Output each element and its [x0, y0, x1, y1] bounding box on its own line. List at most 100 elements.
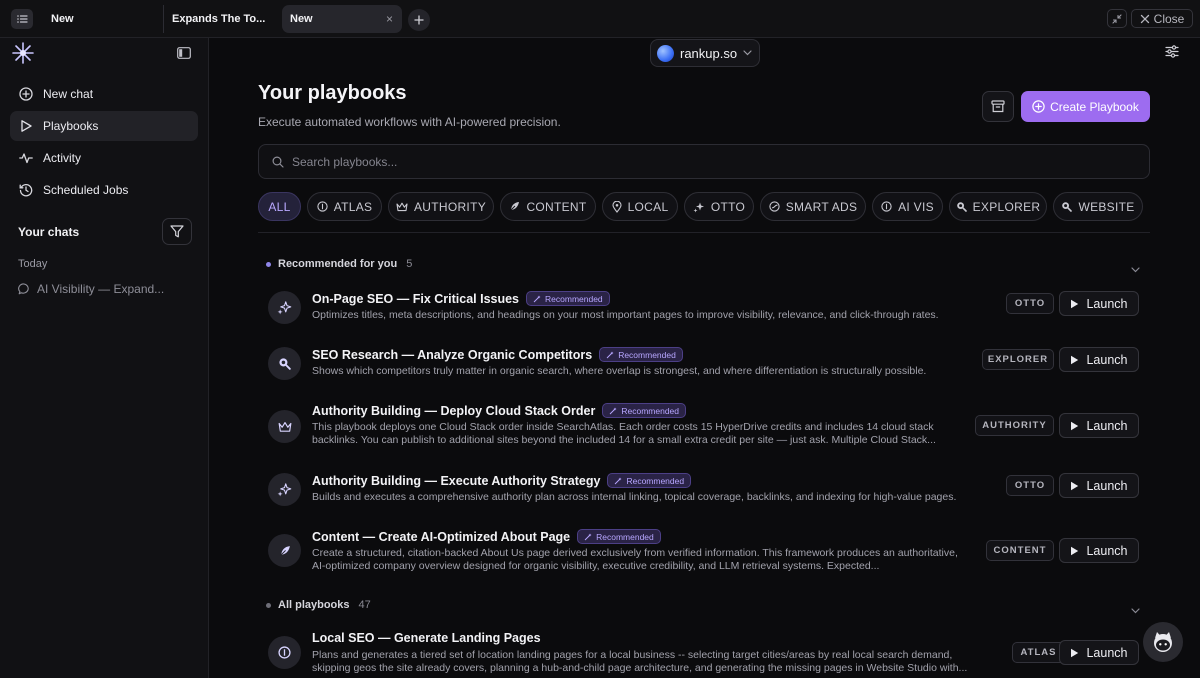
- launch-button[interactable]: Launch: [1059, 538, 1139, 563]
- tab-bar: New Expands The To... New × Close: [0, 0, 1200, 38]
- wand-icon: [615, 477, 622, 484]
- chevron-down-icon[interactable]: [1131, 260, 1140, 278]
- chevron-down-icon[interactable]: [1131, 601, 1140, 619]
- workspace-name: rankup.so: [680, 45, 738, 61]
- chat-filter-button[interactable]: [162, 218, 192, 245]
- sidebar-item-activity[interactable]: Activity: [10, 143, 198, 173]
- playbook-description: Optimizes titles, meta descriptions, and…: [312, 309, 939, 321]
- collapse-sidebar-icon[interactable]: [177, 46, 191, 64]
- app-logo-icon[interactable]: [12, 42, 34, 69]
- playbook-description: Shows which competitors truly matter in …: [312, 365, 927, 377]
- playbook-title-line: Local SEO — Generate Landing Pages: [312, 631, 541, 645]
- playbook-title: Content — Create AI-Optimized About Page: [312, 529, 571, 544]
- playbook-title-line: Authority Building — Deploy Cloud Stack …: [312, 403, 686, 418]
- tab-new-active[interactable]: New ×: [282, 5, 402, 33]
- tab-close-icon[interactable]: ×: [386, 12, 393, 26]
- page-title: Your playbooks: [258, 82, 407, 104]
- sidebar-item-playbooks[interactable]: Playbooks: [10, 111, 198, 141]
- playbook-description: Builds and executes a comprehensive auth…: [312, 491, 957, 503]
- chip-label: AUTHORITY: [413, 199, 487, 214]
- badge-label: Recommended: [621, 405, 679, 416]
- group-dot: [266, 602, 271, 608]
- assistant-avatar-button[interactable]: [1143, 622, 1183, 662]
- category-tag: AUTHORITY: [975, 415, 1054, 436]
- chip-label: OTTO: [710, 199, 746, 214]
- recommended-badge: Recommended: [602, 403, 686, 418]
- archive-icon: [991, 100, 1005, 113]
- playbook-row[interactable]: SEO Research — Analyze Organic Competito…: [268, 347, 1140, 387]
- atlas-icon: [317, 201, 328, 212]
- filter-chip-otto[interactable]: OTTO: [684, 192, 754, 221]
- playbook-title: SEO Research — Analyze Organic Competito…: [312, 347, 593, 362]
- recommended-badge: Recommended: [599, 347, 683, 362]
- search-bar[interactable]: [258, 144, 1150, 179]
- playbook-row[interactable]: Content — Create AI-Optimized About Page…: [268, 529, 1140, 579]
- filter-chip-authority[interactable]: AUTHORITY: [388, 192, 494, 221]
- play-icon: [1071, 648, 1079, 657]
- category-tag: ATLAS: [1012, 642, 1065, 663]
- play-icon: [1071, 421, 1079, 430]
- all-playbooks-group-header[interactable]: All playbooks 47: [266, 599, 371, 611]
- collapse-arrows-icon: [1112, 13, 1122, 24]
- chat-history-item[interactable]: AI Visibility — Expand...: [18, 282, 164, 296]
- tab-new-1[interactable]: New: [43, 5, 161, 33]
- filter-chip-explorer[interactable]: EXPLORER: [949, 192, 1047, 221]
- sliders-icon[interactable]: [1165, 45, 1179, 63]
- launch-button[interactable]: Launch: [1059, 413, 1139, 438]
- playbook-title: On-Page SEO — Fix Critical Issues: [312, 291, 520, 306]
- playbook-description: Create a structured, citation-backed Abo…: [312, 547, 958, 572]
- filter-chip-content[interactable]: CONTENT: [500, 192, 596, 221]
- playbook-row[interactable]: Authority Building — Deploy Cloud Stack …: [268, 403, 1140, 453]
- filter-chip-atlas[interactable]: ATLAS: [307, 192, 382, 221]
- history-clock-icon: [18, 182, 34, 198]
- today-label: Today: [18, 258, 48, 270]
- search-icon: [272, 155, 284, 168]
- workspace-selector[interactable]: rankup.so: [650, 39, 760, 67]
- sidebar-item-new-chat[interactable]: New chat: [10, 79, 198, 109]
- playbook-title-line: Authority Building — Execute Authority S…: [312, 473, 692, 488]
- crown-icon: [396, 202, 408, 211]
- filter-chip-all[interactable]: ALL: [258, 192, 301, 221]
- new-tab-button[interactable]: [408, 9, 430, 31]
- close-window-button[interactable]: Close: [1131, 9, 1193, 28]
- sidebar-item-scheduled-jobs[interactable]: Scheduled Jobs: [10, 175, 198, 205]
- tab-expands[interactable]: Expands The To...: [163, 5, 281, 33]
- create-playbook-label: Create Playbook: [1050, 99, 1139, 114]
- archive-button[interactable]: [982, 91, 1014, 122]
- magnifier-icon: [956, 202, 967, 212]
- playbook-title: Authority Building — Execute Authority S…: [312, 473, 601, 488]
- wand-icon: [610, 407, 617, 414]
- launch-button[interactable]: Launch: [1059, 291, 1139, 316]
- group-dot: [266, 261, 271, 267]
- filter-chip-local[interactable]: LOCAL: [602, 192, 678, 221]
- launch-button[interactable]: Launch: [1059, 473, 1139, 498]
- category-tag: CONTENT: [986, 540, 1054, 561]
- filter-chip-ai-vis[interactable]: AI VIS: [872, 192, 943, 221]
- filter-icon: [170, 225, 184, 238]
- playbook-row[interactable]: Authority Building — Execute Authority S…: [268, 473, 1140, 513]
- playbook-row[interactable]: On-Page SEO — Fix Critical Issues Recomm…: [268, 291, 1140, 331]
- create-playbook-button[interactable]: Create Playbook: [1021, 91, 1150, 122]
- sidebar-item-label: Activity: [43, 151, 82, 165]
- search-input[interactable]: [292, 154, 1092, 169]
- filter-chip-smart-ads[interactable]: SMART ADS: [760, 192, 866, 221]
- recommended-badge: Recommended: [577, 529, 661, 544]
- play-icon: [1071, 355, 1079, 364]
- main-content: rankup.so Your playbooks Execute automat…: [210, 38, 1200, 678]
- tab-list-menu-icon[interactable]: [11, 9, 33, 29]
- launch-button[interactable]: Launch: [1059, 640, 1139, 665]
- divider: [258, 232, 1150, 233]
- group-title: All playbooks: [278, 599, 350, 611]
- filter-chip-website[interactable]: WEBSITE: [1053, 192, 1143, 221]
- wand-icon: [606, 351, 614, 358]
- launch-label: Launch: [1086, 418, 1128, 433]
- minimize-button[interactable]: [1107, 9, 1127, 28]
- launch-button[interactable]: Launch: [1059, 347, 1139, 372]
- group-count: 47: [358, 599, 371, 611]
- feather-icon: [510, 202, 520, 212]
- sparkle-icon: [268, 291, 301, 324]
- recommended-group-header[interactable]: Recommended for you 5: [266, 258, 412, 270]
- launch-label: Launch: [1086, 352, 1128, 367]
- playbook-row[interactable]: Local SEO — Generate Landing Pages Plans…: [268, 631, 1140, 678]
- badge-label: Recommended: [626, 475, 685, 486]
